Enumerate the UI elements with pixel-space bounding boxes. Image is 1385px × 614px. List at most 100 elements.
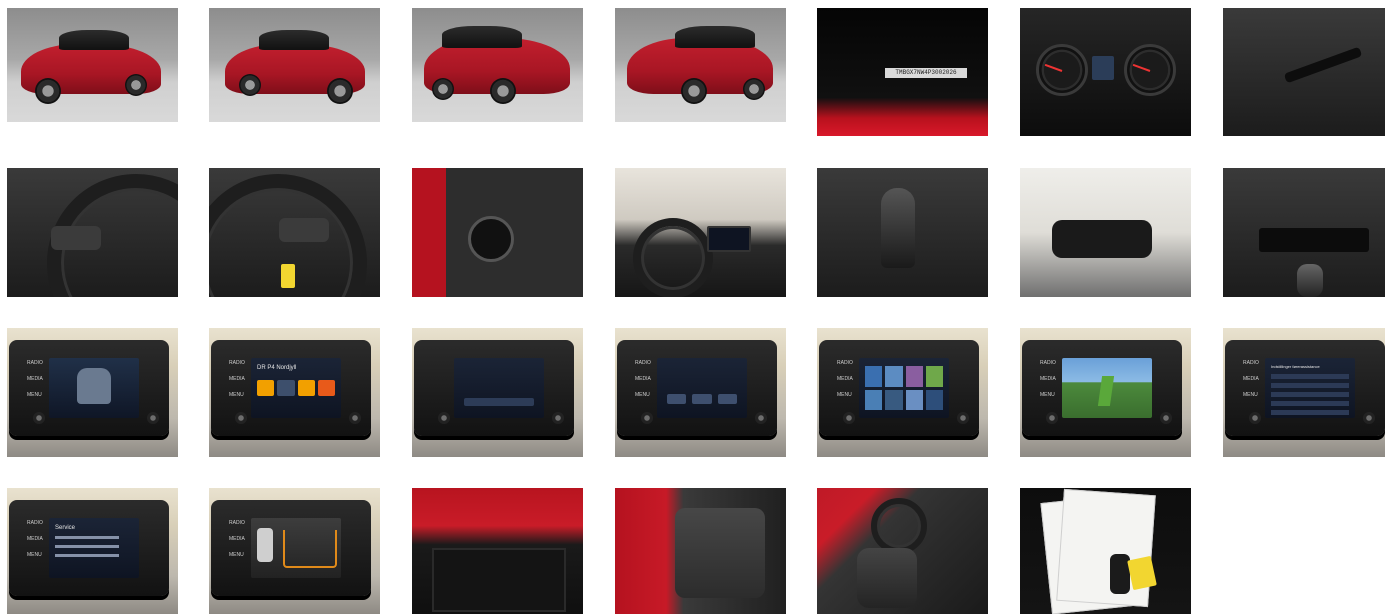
settings-list	[1271, 374, 1349, 415]
infotainment-unit: RADIO MEDIA MENU	[9, 340, 169, 436]
wheel	[432, 78, 454, 100]
photo-infotainment-parking-camera[interactable]: RADIO MEDIA MENU	[209, 488, 380, 614]
photo-steering-wheel-left[interactable]	[7, 168, 178, 297]
media-label: MEDIA	[1040, 376, 1056, 382]
infotainment-screen	[454, 358, 544, 418]
settings-row	[1271, 410, 1349, 415]
tune-knob	[552, 412, 564, 424]
app-tile	[905, 366, 923, 387]
infotainment-screen	[49, 358, 139, 418]
photo-exterior-front-right[interactable]	[209, 8, 380, 122]
radio-label: RADIO	[1243, 360, 1259, 366]
volume-knob	[843, 412, 855, 424]
infotainment-unit: RADIO MEDIA MENU Service	[9, 500, 169, 596]
app-tile	[905, 389, 923, 410]
settings-row	[1271, 374, 1349, 379]
wheel	[35, 78, 61, 104]
service-line	[55, 536, 119, 539]
photo-stalk-controls[interactable]	[1223, 8, 1385, 136]
volume-knob	[235, 412, 247, 424]
photo-gear-shifter[interactable]	[817, 168, 988, 297]
tune-knob	[147, 412, 159, 424]
photo-trunk[interactable]	[412, 488, 583, 614]
steering-wheel	[871, 498, 927, 554]
preset-tiles	[257, 380, 335, 396]
app-tile	[885, 389, 903, 410]
photo-front-seats[interactable]	[817, 488, 988, 614]
infotainment-unit: RADIO MEDIA MENU	[617, 340, 777, 436]
wheel	[327, 78, 353, 104]
menu-label: MENU	[27, 552, 42, 558]
car-rear-window	[675, 26, 755, 48]
connect-icons	[667, 394, 737, 404]
radio-label: RADIO	[1040, 360, 1056, 366]
settings-title: Indstillinger førerassistance	[1271, 364, 1320, 369]
media-label: MEDIA	[837, 376, 853, 382]
tune-knob	[349, 412, 361, 424]
preset-tile	[257, 380, 275, 396]
photo-infotainment-radio[interactable]: RADIO MEDIA MENU DR P4 Nordjyll	[209, 328, 380, 457]
photo-documents-and-keys[interactable]	[1020, 488, 1191, 614]
volume-knob	[438, 412, 450, 424]
radio-label: RADIO	[27, 360, 43, 366]
photo-exterior-front-left[interactable]	[7, 8, 178, 122]
photo-instrument-cluster[interactable]	[1020, 8, 1191, 136]
radio-label: RADIO	[635, 360, 651, 366]
car-top-view	[257, 528, 273, 562]
preset-tile	[277, 380, 295, 396]
document	[1056, 488, 1156, 608]
steering-wheel	[633, 218, 713, 297]
app-grid	[865, 366, 943, 410]
radio-label: RADIO	[229, 360, 245, 366]
photo-infotainment-phone[interactable]	[412, 328, 583, 457]
preset-tile	[297, 380, 315, 396]
volume-knob	[33, 412, 45, 424]
photo-light-switch[interactable]	[412, 168, 583, 297]
service-line	[55, 545, 119, 548]
photo-exterior-rear-right[interactable]	[615, 8, 786, 122]
radio-label: RADIO	[229, 520, 245, 526]
photo-rear-seats[interactable]	[615, 488, 786, 614]
wheel-buttons	[279, 218, 329, 242]
connect-icon	[667, 394, 687, 404]
wheel	[490, 78, 516, 104]
settings-row	[1271, 383, 1349, 388]
wheel	[743, 78, 765, 100]
car-graphic	[77, 368, 111, 404]
photo-infotainment-vehicle[interactable]: RADIO MEDIA MENU	[7, 328, 178, 457]
photo-exterior-rear-left[interactable]	[412, 8, 583, 122]
radio-label: RADIO	[837, 360, 853, 366]
infotainment-screen	[657, 358, 747, 418]
service-lines	[55, 536, 119, 557]
front-seat	[857, 548, 917, 608]
media-label: MEDIA	[27, 376, 43, 382]
photo-infotainment-connect[interactable]: RADIO MEDIA MENU	[615, 328, 786, 457]
app-tile	[925, 389, 943, 410]
photo-steering-wheel-right[interactable]	[209, 168, 380, 297]
photo-infotainment-lane-assist[interactable]: RADIO MEDIA MENU	[1020, 328, 1191, 457]
menu-label: MENU	[229, 552, 244, 558]
radio-station-name: DR P4 Nordjyll	[257, 365, 297, 371]
photo-vin-plate[interactable]: TMBGX7NW4P3002026	[817, 8, 988, 136]
photo-dashboard[interactable]	[615, 168, 786, 297]
infotainment-screen	[1062, 358, 1152, 418]
rearview-mirror	[1052, 220, 1152, 258]
photo-infotainment-apps[interactable]: RADIO MEDIA MENU	[817, 328, 988, 457]
photo-infotainment-service[interactable]: RADIO MEDIA MENU Service	[7, 488, 178, 614]
infotainment-unit: RADIO MEDIA MENU Indstillinger førerassi…	[1225, 340, 1385, 436]
tune-knob	[957, 412, 969, 424]
media-label: MEDIA	[229, 536, 245, 542]
wheel-buttons	[51, 226, 101, 250]
speedometer-gauge	[1036, 44, 1088, 96]
photo-climate-controls[interactable]	[1223, 168, 1385, 297]
trunk-floor	[432, 548, 566, 612]
photo-rearview-mirror[interactable]	[1020, 168, 1191, 297]
menu-label: MENU	[635, 392, 650, 398]
lane-graphic	[1097, 376, 1115, 406]
infotainment-unit: RADIO MEDIA MENU	[819, 340, 979, 436]
volume-knob	[1046, 412, 1058, 424]
menu-label: MENU	[1040, 392, 1055, 398]
menu-label: MENU	[837, 392, 852, 398]
photo-infotainment-settings[interactable]: RADIO MEDIA MENU Indstillinger førerassi…	[1223, 328, 1385, 457]
center-screen	[707, 226, 751, 252]
